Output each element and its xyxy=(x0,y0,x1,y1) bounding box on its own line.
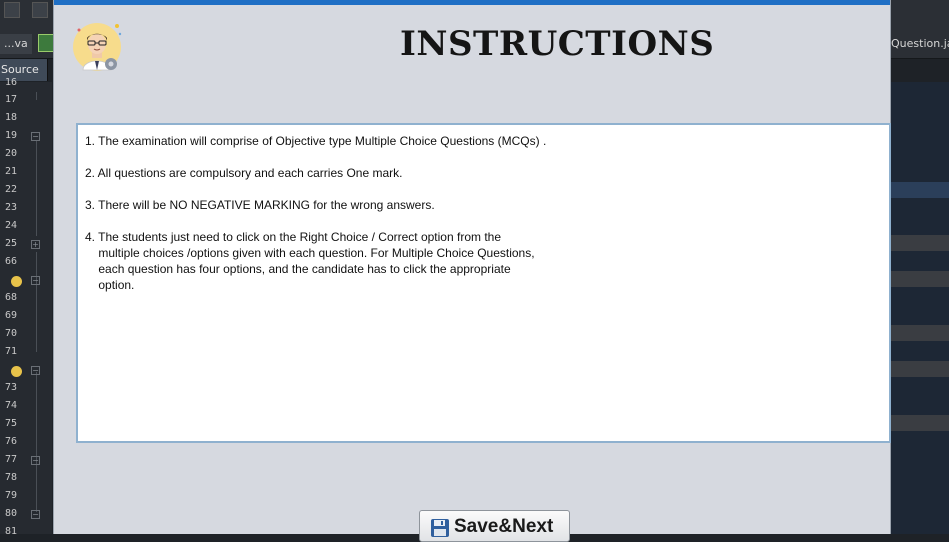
fold-collapse-icon[interactable]: − xyxy=(31,276,40,285)
lightbulb-hint-icon[interactable] xyxy=(11,276,22,287)
line-number: 19 xyxy=(5,130,18,141)
line-number: 23 xyxy=(5,202,18,213)
line-number: 16 xyxy=(5,77,18,88)
instructions-text-area[interactable]: 1. The examination will comprise of Obje… xyxy=(76,123,891,443)
line-number: 20 xyxy=(5,148,18,159)
fold-collapse-icon[interactable]: − xyxy=(31,132,40,141)
fold-collapse-icon[interactable]: − xyxy=(31,510,40,519)
ide-toolbar-button[interactable] xyxy=(4,2,20,18)
line-number-gutter: 16 17 18 19 20 21 22 23 24 25 66 68 69 7… xyxy=(0,77,52,537)
dialog-title: INSTRUCTIONS xyxy=(400,24,715,64)
instruction-item: 2. All questions are compulsory and each… xyxy=(85,166,403,180)
code-editor-area[interactable] xyxy=(891,82,949,534)
fold-collapse-icon[interactable]: − xyxy=(31,366,40,375)
line-number: 73 xyxy=(5,382,18,393)
line-number: 69 xyxy=(5,310,18,321)
line-number: 22 xyxy=(5,184,18,195)
fold-expand-icon[interactable]: + xyxy=(31,240,40,249)
lightbulb-hint-icon[interactable] xyxy=(11,366,22,377)
line-number: 76 xyxy=(5,436,18,447)
line-number: 66 xyxy=(5,256,18,267)
ide-file-tab-question[interactable]: Question.java xyxy=(891,33,949,55)
save-next-label: Save&Next xyxy=(454,516,554,537)
line-number: 21 xyxy=(5,166,18,177)
instruction-item: 1. The examination will comprise of Obje… xyxy=(85,134,547,148)
line-number: 77 xyxy=(5,454,18,465)
instructions-dialog: INSTRUCTIONS 1. The examination will com… xyxy=(53,0,891,542)
dialog-title-bar xyxy=(54,0,890,5)
line-number: 79 xyxy=(5,490,18,501)
ide-file-tab[interactable]: ...va xyxy=(0,34,32,54)
instruction-item: 3. There will be NO NEGATIVE MARKING for… xyxy=(85,198,435,212)
line-number: 18 xyxy=(5,112,18,123)
line-number: 75 xyxy=(5,418,18,429)
instruction-item: 4. The students just need to click on th… xyxy=(85,230,535,292)
line-number: 81 xyxy=(5,526,18,537)
line-number: 24 xyxy=(5,220,18,231)
floppy-disk-icon xyxy=(431,519,449,537)
line-number: 70 xyxy=(5,328,18,339)
java-file-icon xyxy=(38,34,54,52)
fold-collapse-icon[interactable]: − xyxy=(31,456,40,465)
line-number: 80 xyxy=(5,508,18,519)
line-number: 25 xyxy=(5,238,18,249)
save-next-button[interactable]: Save&Next xyxy=(419,510,570,542)
ide-toolbar-button[interactable] xyxy=(32,2,48,18)
line-number: 71 xyxy=(5,346,18,357)
line-number: 17 xyxy=(5,94,18,105)
user-avatar-icon xyxy=(73,23,122,71)
line-number: 74 xyxy=(5,400,18,411)
line-number: 68 xyxy=(5,292,18,303)
line-number: 78 xyxy=(5,472,18,483)
